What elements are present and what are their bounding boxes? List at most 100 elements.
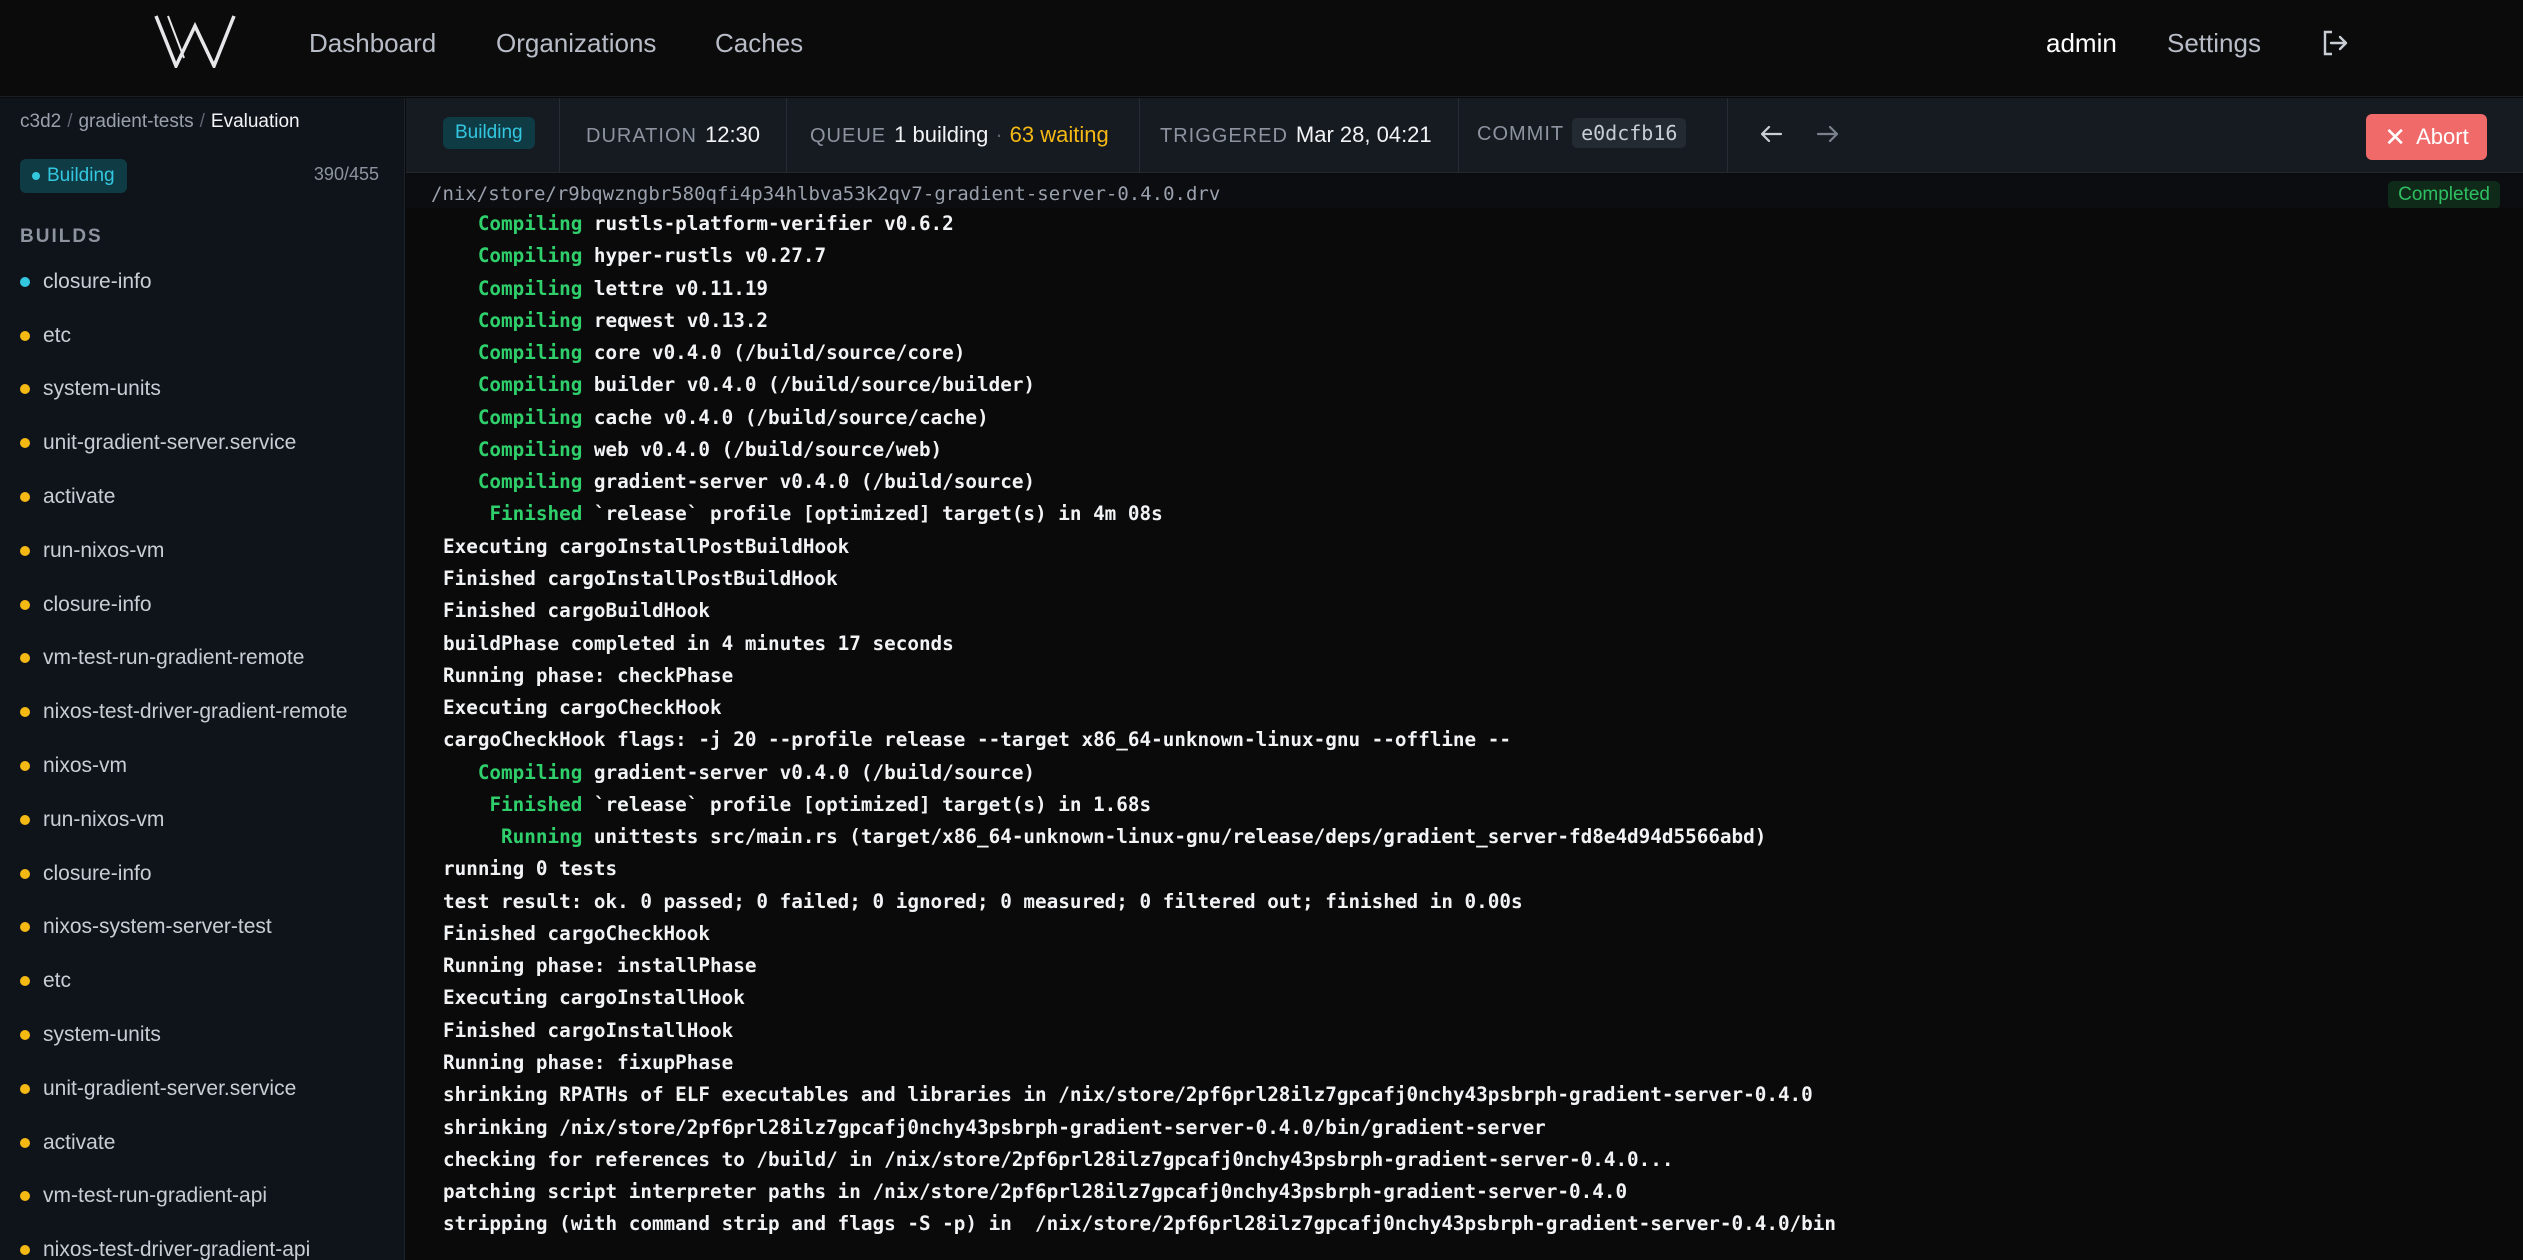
build-list-item[interactable]: unit-gradient-server.service [0, 416, 404, 470]
logout-icon[interactable] [2320, 28, 2350, 58]
build-list-item[interactable]: vm-test-run-gradient-api [0, 1170, 404, 1224]
log-line: Compiling lettre v0.11.19 [443, 277, 768, 301]
log-line: Compiling builder v0.4.0 (/build/source/… [443, 373, 1035, 397]
build-header: Building DURATION 12:30 QUEUE 1 building · 6… [406, 98, 2523, 173]
log-text: running 0 tests [443, 857, 618, 881]
build-list-item[interactable]: etc [0, 309, 404, 363]
log-text: Executing cargoInstallHook [443, 986, 745, 1010]
log-line: shrinking /nix/store/2pf6prl28ilz7gpcafj… [443, 1116, 1546, 1140]
build-list-item[interactable]: unit-gradient-server.service [0, 1062, 404, 1116]
build-list-item[interactable]: closure-info [0, 578, 404, 632]
log-line: Finished cargoBuildHook [443, 599, 710, 623]
breadcrumb-project[interactable]: gradient-tests [78, 111, 193, 132]
build-name: nixos-vm [43, 754, 128, 778]
log-keyword: Compiling [477, 212, 583, 235]
arrow-right-icon [1816, 125, 1839, 143]
nav-user[interactable]: admin [2046, 26, 2117, 60]
build-status-dot-icon [20, 492, 30, 503]
build-status-dot-icon [20, 1030, 30, 1041]
build-name: nixos-test-driver-gradient-remote [43, 700, 348, 724]
nav-organizations[interactable]: Organizations [496, 26, 656, 60]
log-text: Finished cargoCheckHook [443, 921, 710, 945]
log-keyword: Compiling [477, 760, 583, 784]
build-list-item[interactable]: vm-test-run-gradient-remote [0, 632, 404, 686]
breadcrumb-org[interactable]: c3d2 [20, 111, 61, 132]
arrow-left-icon [1760, 125, 1783, 143]
build-list-item[interactable]: nixos-test-driver-gradient-api [0, 1223, 404, 1260]
build-list-item[interactable]: system-units [0, 363, 404, 417]
log-text: cargoCheckHook flags: -j 20 --profile re… [443, 728, 1511, 752]
log-keyword: Finished [489, 792, 583, 816]
log-text: checking for references to /build/ in /n… [443, 1147, 1674, 1171]
nav-dashboard[interactable]: Dashboard [309, 26, 436, 60]
build-name: closure-info [43, 269, 152, 293]
build-list-item[interactable]: run-nixos-vm [0, 793, 404, 847]
build-list-item[interactable]: activate [0, 1116, 404, 1170]
build-list: closure-info etc system-units unit-gradient… [0, 255, 404, 1260]
commit-hash[interactable]: e0dcfb16 [1572, 118, 1687, 148]
queue-waiting: 63 waiting [1009, 122, 1109, 147]
build-list-item[interactable]: activate [0, 470, 404, 524]
log-text: cache v0.4.0 (/build/source/cache) [582, 405, 989, 429]
evaluation-status-label: Building [47, 165, 115, 186]
log-line: Finished cargoInstallPostBuildHook [443, 567, 838, 591]
log-text: `release` profile [optimized] target(s) … [582, 502, 1163, 526]
next-build-button[interactable] [1808, 116, 1848, 152]
log-line: patching script interpreter paths in /ni… [443, 1180, 1627, 1204]
build-list-item[interactable]: etc [0, 954, 404, 1008]
build-list-item[interactable]: closure-info [0, 255, 404, 309]
log-indent [443, 470, 478, 493]
log-line: Compiling core v0.4.0 (/build/source/cor… [443, 341, 966, 365]
build-status-dot-icon [20, 1191, 30, 1202]
log-indent [443, 244, 478, 267]
build-status-dot-icon [20, 707, 30, 718]
build-log[interactable]: Compiling rustls-platform-verifier v0.6.… [406, 208, 2523, 1260]
build-status-dot-icon [20, 1083, 30, 1094]
log-text: test result: ok. 0 passed; 0 failed; 0 i… [443, 889, 1523, 913]
log-line: Finished cargoInstallHook [443, 1019, 733, 1043]
abort-button[interactable]: ✕ Abort [2366, 114, 2487, 160]
build-name: etc [43, 323, 72, 347]
log-text: gradient-server v0.4.0 (/build/source) [582, 760, 1036, 784]
builds-heading: BUILDS [20, 226, 103, 247]
log-line: Running phase: checkPhase [443, 664, 733, 688]
build-list-item[interactable]: system-units [0, 1008, 404, 1062]
log-text: Executing cargoCheckHook [443, 696, 722, 720]
log-line: Running phase: installPhase [443, 954, 756, 978]
log-text: builder v0.4.0 (/build/source/builder) [582, 373, 1036, 397]
build-list-item[interactable]: nixos-vm [0, 739, 404, 793]
build-list-item[interactable]: nixos-test-driver-gradient-remote [0, 685, 404, 739]
build-name: run-nixos-vm [43, 807, 165, 831]
build-list-item[interactable]: run-nixos-vm [0, 524, 404, 578]
log-text: Running phase: checkPhase [443, 663, 734, 687]
log-line: Finished cargoCheckHook [443, 922, 710, 946]
log-line: Compiling web v0.4.0 (/build/source/web) [443, 438, 942, 462]
log-text: Finished cargoInstallHook [443, 1018, 734, 1042]
log-keyword: Compiling [477, 373, 583, 397]
build-name: vm-test-run-gradient-api [43, 1184, 268, 1208]
previous-build-button[interactable] [1751, 116, 1791, 152]
duration-label: DURATION [586, 125, 697, 147]
build-name: vm-test-run-gradient-remote [43, 646, 305, 670]
log-text: gradient-server v0.4.0 (/build/source) [582, 470, 1036, 494]
build-status-badge: Building [443, 117, 535, 149]
build-status-dot-icon [20, 814, 30, 825]
queue-separator: · [995, 122, 1003, 147]
build-list-item[interactable]: nixos-system-server-test [0, 901, 404, 955]
build-list-item[interactable]: closure-info [0, 847, 404, 901]
w-logo-icon[interactable] [154, 14, 236, 68]
build-name: unit-gradient-server.service [43, 431, 297, 455]
build-status-dot-icon [20, 868, 30, 879]
log-indent [443, 438, 478, 461]
log-text: lettre v0.11.19 [582, 276, 769, 300]
log-line: Running unittests src/main.rs (target/x8… [443, 825, 1766, 849]
nav-settings[interactable]: Settings [2167, 26, 2261, 60]
build-progress-count: 390/455 [313, 164, 379, 184]
breadcrumb-separator: / [67, 111, 73, 132]
log-keyword: Compiling [477, 308, 583, 332]
log-text: rustls-platform-verifier v0.6.2 [582, 212, 954, 235]
log-keyword: Compiling [477, 341, 583, 365]
nav-caches[interactable]: Caches [715, 26, 803, 60]
log-text: web v0.4.0 (/build/source/web) [582, 437, 943, 461]
log-indent [443, 406, 478, 429]
